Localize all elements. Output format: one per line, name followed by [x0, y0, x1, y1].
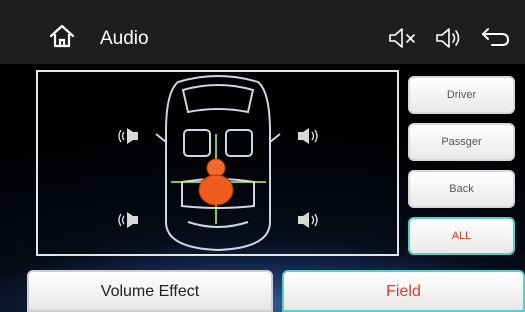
listener-position-icon[interactable]	[198, 158, 234, 206]
all-button[interactable]: ALL	[408, 217, 515, 255]
tab-field[interactable]: Field	[282, 270, 525, 312]
passenger-button[interactable]: Passger	[408, 123, 515, 161]
tab-volume-effect[interactable]: Volume Effect	[27, 270, 273, 312]
page-title: Audio	[100, 28, 149, 49]
speaker-front-left-icon[interactable]	[118, 128, 138, 144]
home-icon[interactable]	[48, 24, 76, 48]
speaker-rear-left-icon[interactable]	[118, 212, 138, 228]
volume-icon[interactable]	[435, 27, 467, 49]
back-seat-button[interactable]: Back	[408, 170, 515, 208]
sound-field-panel[interactable]	[36, 70, 399, 256]
mute-icon[interactable]	[388, 27, 420, 49]
top-bar: Audio	[0, 0, 525, 65]
speaker-front-right-icon[interactable]	[298, 128, 318, 144]
speaker-rear-right-icon[interactable]	[298, 212, 318, 228]
driver-button[interactable]: Driver	[408, 76, 515, 114]
back-icon[interactable]	[480, 26, 512, 48]
